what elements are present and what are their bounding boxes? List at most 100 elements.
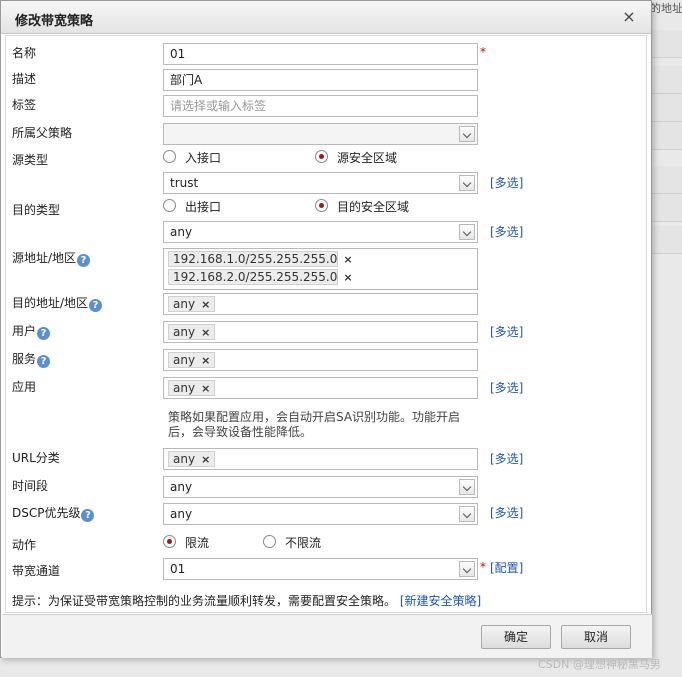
radio-rate-limit-label[interactable]: 限流 — [185, 534, 209, 551]
tags-input[interactable]: 请选择或输入标签 — [163, 95, 478, 117]
radio-source-zone-label[interactable]: 源安全区域 — [337, 149, 397, 166]
edit-bandwidth-policy-dialog: 修改带宽策略 × 名称 01 * 描述 部门A 标签 请选择或输入标签 所属父策… — [0, 0, 652, 658]
chevron-down-icon[interactable] — [459, 506, 475, 522]
bandwidth-channel-config-link[interactable]: [配置] — [490, 559, 523, 576]
radio-egress-interface[interactable] — [163, 199, 176, 212]
service-label-text: 服务 — [12, 352, 37, 366]
source-type-radio-group: 入接口 源安全区域 — [163, 149, 483, 165]
application-label: 应用 — [12, 380, 37, 394]
source-address-tag: 192.168.2.0/255.255.255.0 × — [168, 269, 353, 285]
background-column-header: 的地址 — [650, 2, 682, 14]
source-address-label: 源地址/地区? — [12, 249, 91, 267]
dscp-priority-label: DSCP优先级? — [12, 504, 95, 522]
radio-dest-zone[interactable] — [315, 199, 328, 212]
new-security-policy-link[interactable]: [新建安全策略] — [400, 594, 481, 608]
dest-address-label-text: 目的地址/地区 — [12, 296, 89, 310]
url-category-tag-input[interactable]: any × — [163, 448, 478, 470]
action-radio-group: 限流 不限流 — [163, 534, 483, 550]
source-zone-multi-select-link[interactable]: [多选] — [490, 174, 523, 191]
close-icon[interactable]: × — [621, 8, 637, 26]
source-type-label: 源类型 — [12, 153, 49, 167]
dest-zone-value: any — [170, 225, 193, 239]
dscp-multi-select-link[interactable]: [多选] — [490, 504, 523, 521]
source-address-tag-input[interactable]: 192.168.1.0/255.255.255.0 × 192.168.2.0/2… — [163, 248, 478, 290]
dialog-titlebar: 修改带宽策略 × — [1, 1, 651, 34]
description-input[interactable]: 部门A — [163, 69, 478, 91]
url-category-multi-select-link[interactable]: [多选] — [490, 450, 523, 467]
background-row — [650, 122, 682, 150]
dest-type-label: 目的类型 — [12, 203, 61, 217]
background-row — [650, 30, 682, 58]
description-label: 描述 — [12, 72, 37, 86]
dest-address-label: 目的地址/地区? — [12, 294, 103, 312]
background-row — [650, 94, 682, 122]
tags-label: 标签 — [12, 98, 37, 112]
time-range-value: any — [170, 480, 193, 494]
application-tag-input[interactable]: any × — [163, 377, 478, 399]
dest-zone-select[interactable]: any — [163, 221, 478, 243]
source-zone-select[interactable]: trust — [163, 172, 478, 194]
source-zone-value: trust — [170, 176, 199, 190]
dscp-priority-select[interactable]: any — [163, 503, 478, 525]
dest-type-radio-group: 出接口 目的安全区域 — [163, 198, 483, 214]
service-tag-input[interactable]: any × — [163, 349, 478, 371]
ok-button[interactable]: 确定 — [481, 625, 551, 649]
parent-policy-label: 所属父策略 — [12, 126, 73, 140]
radio-no-rate-limit-label[interactable]: 不限流 — [285, 534, 321, 551]
remove-tag-icon[interactable]: × — [201, 453, 210, 466]
cancel-button[interactable]: 取消 — [561, 625, 631, 649]
radio-ingress-interface[interactable] — [163, 150, 176, 163]
remove-tag-icon[interactable]: × — [201, 326, 210, 339]
help-icon[interactable]: ? — [89, 299, 103, 312]
help-icon[interactable]: ? — [77, 254, 91, 267]
dest-address-tag: any × — [168, 296, 216, 312]
background-row — [650, 66, 682, 94]
remove-tag-icon[interactable]: × — [343, 271, 352, 284]
url-category-label: URL分类 — [12, 451, 60, 465]
chevron-down-icon[interactable] — [459, 126, 475, 142]
remove-tag-icon[interactable]: × — [201, 298, 210, 311]
user-tag-input[interactable]: any × — [163, 321, 478, 343]
tag-text: any — [173, 353, 196, 367]
service-label: 服务? — [12, 350, 51, 368]
remove-tag-icon[interactable]: × — [343, 253, 352, 266]
help-icon[interactable]: ? — [37, 327, 51, 340]
user-label: 用户? — [12, 322, 51, 340]
dialog-footer: 确定 取消 — [2, 614, 652, 658]
watermark: CSDN @理想神秘黑马男 — [538, 658, 661, 671]
radio-dest-zone-label[interactable]: 目的安全区域 — [337, 198, 409, 215]
dscp-priority-value: any — [170, 507, 193, 521]
chevron-down-icon[interactable] — [459, 224, 475, 240]
parent-policy-select[interactable] — [163, 123, 478, 145]
chevron-down-icon[interactable] — [459, 479, 475, 495]
remove-tag-icon[interactable]: × — [201, 354, 210, 367]
dest-zone-multi-select-link[interactable]: [多选] — [490, 223, 523, 240]
user-tag: any × — [168, 324, 216, 340]
application-multi-select-link[interactable]: [多选] — [490, 379, 523, 396]
chevron-down-icon[interactable] — [459, 561, 475, 577]
name-input[interactable]: 01 — [163, 43, 478, 65]
tag-text: 192.168.2.0/255.255.255.0 — [173, 270, 338, 284]
security-policy-hint: 提示：为保证受带宽策略控制的业务流量顺利转发，需要配置安全策略。 [新建安全策略… — [12, 592, 481, 609]
radio-egress-interface-label[interactable]: 出接口 — [185, 198, 221, 215]
radio-no-rate-limit[interactable] — [263, 535, 276, 548]
user-multi-select-link[interactable]: [多选] — [490, 323, 523, 340]
radio-rate-limit[interactable] — [163, 535, 176, 548]
remove-tag-icon[interactable]: × — [201, 382, 210, 395]
chevron-down-icon[interactable] — [459, 175, 475, 191]
source-address-label-text: 源地址/地区 — [12, 251, 77, 265]
help-icon[interactable]: ? — [81, 509, 95, 522]
dialog-title: 修改带宽策略 — [15, 14, 94, 29]
application-note: 策略如果配置应用，会自动开启SA识别功能。功能开启后，会导致设备性能降低。 — [168, 410, 461, 439]
name-label: 名称 — [12, 46, 37, 60]
bandwidth-channel-select[interactable]: 01 — [163, 558, 478, 580]
time-range-select[interactable]: any — [163, 476, 478, 498]
tag-text: any — [173, 452, 196, 466]
background-row — [650, 166, 682, 194]
bandwidth-channel-value: 01 — [170, 562, 186, 576]
radio-ingress-interface-label[interactable]: 入接口 — [185, 149, 221, 166]
help-icon[interactable]: ? — [37, 355, 51, 368]
dest-address-tag-input[interactable]: any × — [163, 293, 478, 315]
radio-source-zone[interactable] — [315, 150, 328, 163]
tag-text: any — [173, 325, 196, 339]
